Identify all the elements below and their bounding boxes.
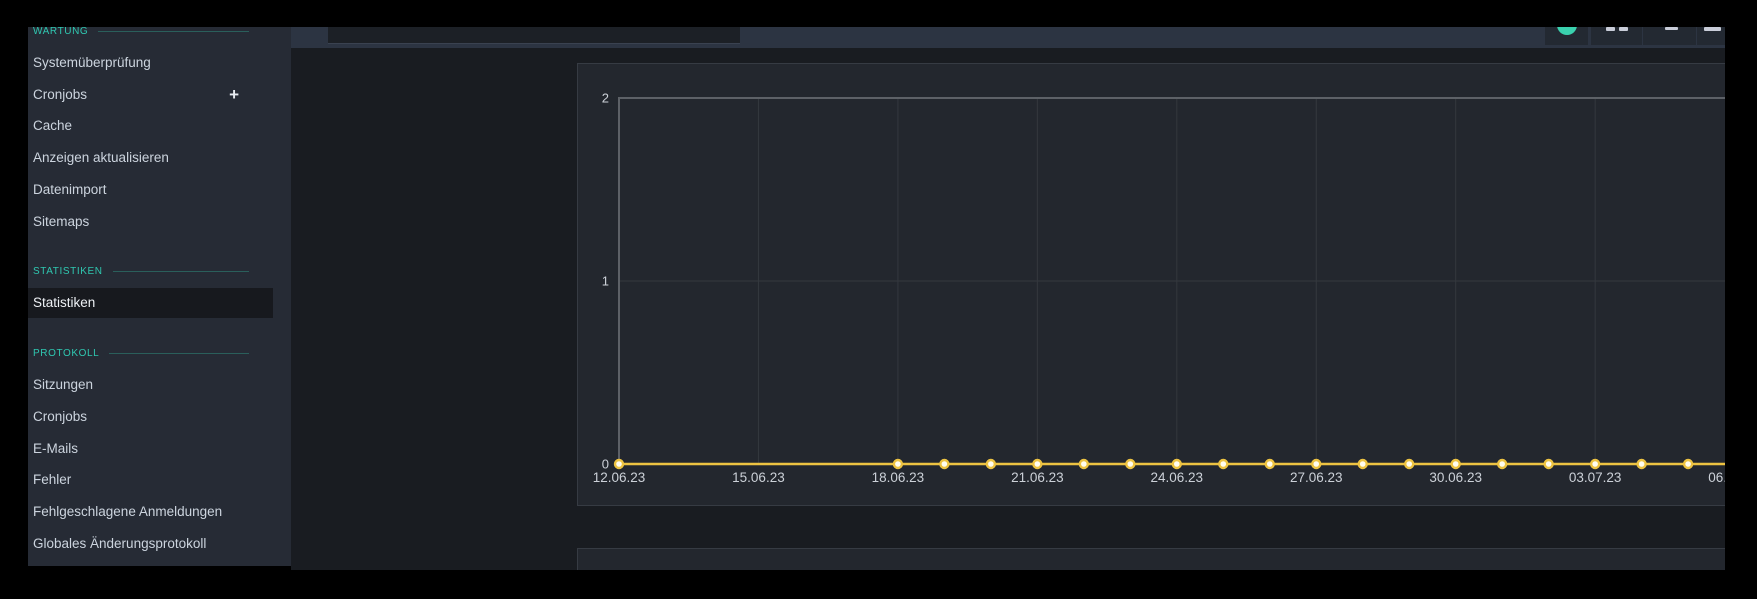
data-point-marker bbox=[1266, 460, 1274, 468]
section-divider bbox=[98, 31, 249, 32]
sidebar-item-sitemaps[interactable]: Sitemaps bbox=[28, 207, 273, 237]
sidebar-item-label: Cronjobs bbox=[33, 87, 87, 102]
sidebar-section-header: PROTOKOLL bbox=[28, 344, 273, 362]
x-axis-tick-label: 18.06.23 bbox=[872, 470, 925, 485]
sidebar-item-label: E-Mails bbox=[33, 441, 78, 456]
toolbar-icon bbox=[1665, 27, 1678, 30]
app-window: WARTUNG Systemüberprüfung Cronjobs + Cache An… bbox=[28, 27, 1725, 570]
sidebar-item-label: Globales Änderungsprotokoll bbox=[33, 536, 206, 551]
statistics-chart-panel: 01212.06.2315.06.2318.06.2321.06.2324.06… bbox=[577, 63, 1725, 506]
sidebar: WARTUNG Systemüberprüfung Cronjobs + Cache An… bbox=[28, 27, 291, 566]
sidebar-section-header: STATISTIKEN bbox=[28, 263, 273, 281]
sidebar-item-fehlgeschlagene-anmeldungen[interactable]: Fehlgeschlagene Anmeldungen bbox=[28, 497, 273, 527]
sidebar-item-sitzungen[interactable]: Sitzungen bbox=[28, 370, 273, 400]
data-point-marker bbox=[1219, 460, 1227, 468]
sidebar-item-label: Cache bbox=[33, 118, 72, 133]
data-point-marker bbox=[1080, 460, 1088, 468]
users-line-chart: 01212.06.2315.06.2318.06.2321.06.2324.06… bbox=[578, 64, 1725, 505]
main-content: 01212.06.2315.06.2318.06.2321.06.2324.06… bbox=[291, 27, 1725, 570]
data-point-marker bbox=[1033, 460, 1041, 468]
sidebar-item-label: Statistiken bbox=[33, 295, 95, 310]
x-axis-tick-label: 15.06.23 bbox=[732, 470, 785, 485]
sidebar-section-label: STATISTIKEN bbox=[33, 266, 103, 277]
x-axis-tick-label: 12.06.23 bbox=[593, 470, 646, 485]
data-point-marker bbox=[1173, 460, 1181, 468]
status-circle-icon bbox=[1557, 27, 1577, 35]
add-icon[interactable]: + bbox=[229, 80, 239, 110]
data-point-marker bbox=[1359, 460, 1367, 468]
x-axis-tick-label: 06.07.23 bbox=[1708, 470, 1725, 485]
sidebar-item-anzeigen-aktualisieren[interactable]: Anzeigen aktualisieren bbox=[28, 143, 273, 173]
data-point-marker bbox=[987, 460, 995, 468]
sidebar-item-statistiken[interactable]: Statistiken bbox=[28, 288, 273, 318]
sidebar-item-label: Fehler bbox=[33, 472, 71, 487]
data-point-marker bbox=[894, 460, 902, 468]
section-divider bbox=[109, 353, 249, 354]
sidebar-item-cronjobs[interactable]: Cronjobs bbox=[28, 402, 273, 432]
data-point-marker bbox=[1591, 460, 1599, 468]
toolbar-icon bbox=[1619, 27, 1628, 31]
data-point-marker bbox=[940, 460, 948, 468]
sidebar-item-datenimport[interactable]: Datenimport bbox=[28, 175, 273, 205]
x-axis-tick-label: 30.06.23 bbox=[1429, 470, 1482, 485]
y-axis-tick-label: 1 bbox=[602, 274, 609, 289]
toolbar-icon bbox=[1606, 27, 1615, 31]
sidebar-item-label: Sitemaps bbox=[33, 214, 89, 229]
data-point-marker bbox=[1452, 460, 1460, 468]
benutzer-series-line bbox=[619, 281, 1725, 464]
data-point-marker bbox=[1405, 460, 1413, 468]
data-point-marker bbox=[1684, 460, 1692, 468]
x-axis-tick-label: 03.07.23 bbox=[1569, 470, 1622, 485]
sidebar-item-e-mails[interactable]: E-Mails bbox=[28, 434, 273, 464]
x-axis-tick-label: 21.06.23 bbox=[1011, 470, 1064, 485]
data-point-marker bbox=[1312, 460, 1320, 468]
sidebar-item-label: Systemüberprüfung bbox=[33, 55, 151, 70]
sidebar-item-label: Fehlgeschlagene Anmeldungen bbox=[33, 504, 222, 519]
sidebar-item-cronjobs[interactable]: Cronjobs + bbox=[28, 80, 273, 110]
sidebar-item-cache[interactable]: Cache bbox=[28, 111, 273, 141]
sidebar-item-globales-änderungsprotokoll[interactable]: Globales Änderungsprotokoll bbox=[28, 529, 273, 559]
top-toolbar bbox=[291, 27, 1725, 48]
sidebar-item-systemüberprüfung[interactable]: Systemüberprüfung bbox=[28, 48, 273, 78]
sidebar-item-label: Sitzungen bbox=[33, 377, 93, 392]
data-point-marker bbox=[1638, 460, 1646, 468]
toolbar-icon bbox=[1704, 27, 1721, 31]
x-axis-tick-label: 24.06.23 bbox=[1151, 470, 1204, 485]
data-point-marker bbox=[615, 460, 623, 468]
next-panel-partial bbox=[577, 548, 1725, 570]
sidebar-item-fehler[interactable]: Fehler bbox=[28, 465, 273, 495]
sidebar-item-label: Datenimport bbox=[33, 182, 107, 197]
data-point-marker bbox=[1545, 460, 1553, 468]
toolbar-button-4[interactable] bbox=[1697, 27, 1725, 45]
y-axis-tick-label: 2 bbox=[602, 91, 609, 106]
toolbar-button-3[interactable] bbox=[1643, 27, 1696, 45]
section-divider bbox=[113, 271, 249, 272]
toolbar-button-2[interactable] bbox=[1591, 27, 1642, 45]
sidebar-item-label: Anzeigen aktualisieren bbox=[33, 150, 169, 165]
sidebar-section-label: PROTOKOLL bbox=[33, 348, 99, 359]
sidebar-section-label: WARTUNG bbox=[33, 27, 88, 37]
sidebar-item-label: Cronjobs bbox=[33, 409, 87, 424]
data-point-marker bbox=[1126, 460, 1134, 468]
profile-button[interactable] bbox=[1545, 27, 1588, 45]
x-axis-tick-label: 27.06.23 bbox=[1290, 470, 1343, 485]
header-tab[interactable] bbox=[328, 27, 740, 44]
sidebar-section-header: WARTUNG bbox=[28, 27, 273, 40]
data-point-marker bbox=[1498, 460, 1506, 468]
